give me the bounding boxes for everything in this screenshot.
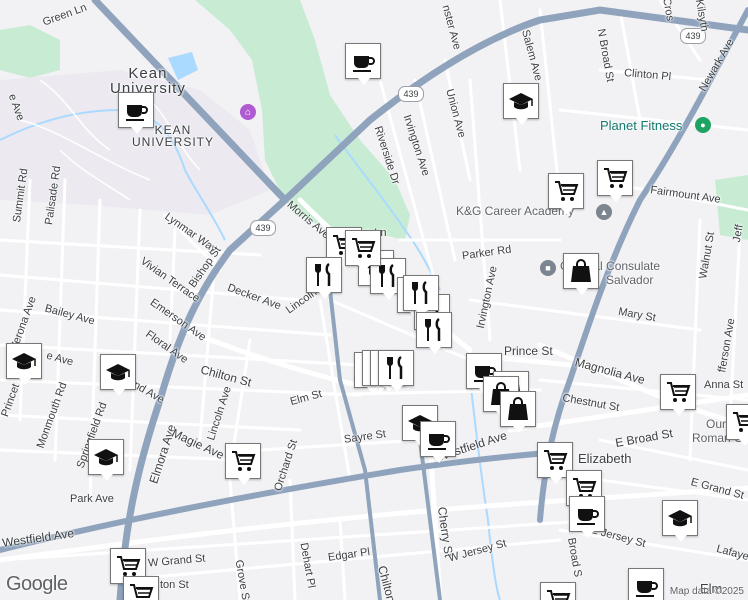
- school-icon: [106, 364, 130, 381]
- cart-marker[interactable]: [548, 173, 584, 215]
- restaurant-icon: [412, 280, 428, 304]
- cart-marker[interactable]: [345, 230, 381, 272]
- restaurant-icon: [315, 262, 331, 286]
- cart-marker[interactable]: [726, 404, 748, 446]
- bag-marker[interactable]: [563, 253, 599, 295]
- road-label: Anna St: [704, 379, 744, 391]
- restaurant-marker[interactable]: [378, 350, 414, 392]
- map-attribution[interactable]: Map data ©2025: [670, 586, 744, 597]
- cart-icon: [544, 450, 568, 470]
- school-icon: [94, 449, 118, 466]
- school-pin-icon[interactable]: ▲: [596, 204, 612, 220]
- school-icon: [668, 510, 692, 527]
- coffee-icon: [636, 581, 658, 597]
- route-shield: 439: [250, 220, 276, 236]
- cart-icon: [130, 584, 154, 598]
- road-label: ton St: [160, 579, 189, 591]
- place-label-planet-fitness[interactable]: Planet Fitness: [600, 119, 682, 132]
- place-label-consulate-line2: Salvador: [606, 273, 654, 287]
- cart-icon: [733, 412, 748, 432]
- road-label: Prince St: [504, 344, 553, 358]
- cart-marker[interactable]: [597, 160, 633, 202]
- park-area: [0, 25, 60, 78]
- bag-marker[interactable]: [500, 391, 536, 433]
- cart-icon: [604, 168, 628, 188]
- cart-icon: [667, 382, 691, 402]
- school-marker[interactable]: [100, 354, 136, 396]
- fitness-icon[interactable]: ●: [695, 117, 711, 133]
- school-icon: [509, 93, 533, 110]
- school-marker[interactable]: [503, 83, 539, 125]
- google-logo[interactable]: Google: [6, 573, 68, 596]
- coffee-icon: [428, 434, 450, 450]
- cart-marker[interactable]: [225, 443, 261, 485]
- road-label: Park Ave: [70, 493, 114, 505]
- coffee-marker[interactable]: [628, 568, 664, 600]
- bag-icon: [571, 259, 591, 282]
- coffee-icon: [353, 56, 375, 72]
- cart-icon: [232, 451, 256, 471]
- coffee-icon: [126, 105, 148, 121]
- school-icon: [12, 353, 36, 370]
- cart-icon: [352, 238, 376, 258]
- route-shield: 439: [398, 86, 424, 102]
- restaurant-marker[interactable]: [416, 312, 452, 354]
- restaurant-icon: [387, 355, 403, 379]
- cart-icon: [555, 181, 579, 201]
- cart-marker[interactable]: [540, 582, 576, 600]
- cart-icon: [547, 590, 571, 600]
- cart-marker[interactable]: [660, 374, 696, 416]
- landmark-icon[interactable]: ■: [540, 260, 556, 276]
- restaurant-icon: [425, 317, 441, 341]
- cart-marker[interactable]: [123, 576, 159, 600]
- coffee-marker[interactable]: [118, 92, 154, 134]
- restaurant-marker[interactable]: [306, 257, 342, 299]
- school-marker[interactable]: [662, 500, 698, 542]
- road-label: Elizabeth: [578, 451, 632, 466]
- map-canvas[interactable]: 439 439 439 Green Ln nster Ave Salem Ave…: [0, 0, 748, 600]
- coffee-marker[interactable]: [569, 496, 605, 538]
- museum-icon[interactable]: ⌂: [240, 104, 256, 120]
- coffee-marker[interactable]: [420, 421, 456, 463]
- coffee-marker[interactable]: [345, 43, 381, 85]
- school-marker[interactable]: [6, 343, 42, 385]
- coffee-icon: [577, 509, 599, 525]
- school-marker[interactable]: [88, 439, 124, 481]
- restaurant-marker[interactable]: [403, 275, 439, 317]
- bag-icon: [508, 397, 528, 420]
